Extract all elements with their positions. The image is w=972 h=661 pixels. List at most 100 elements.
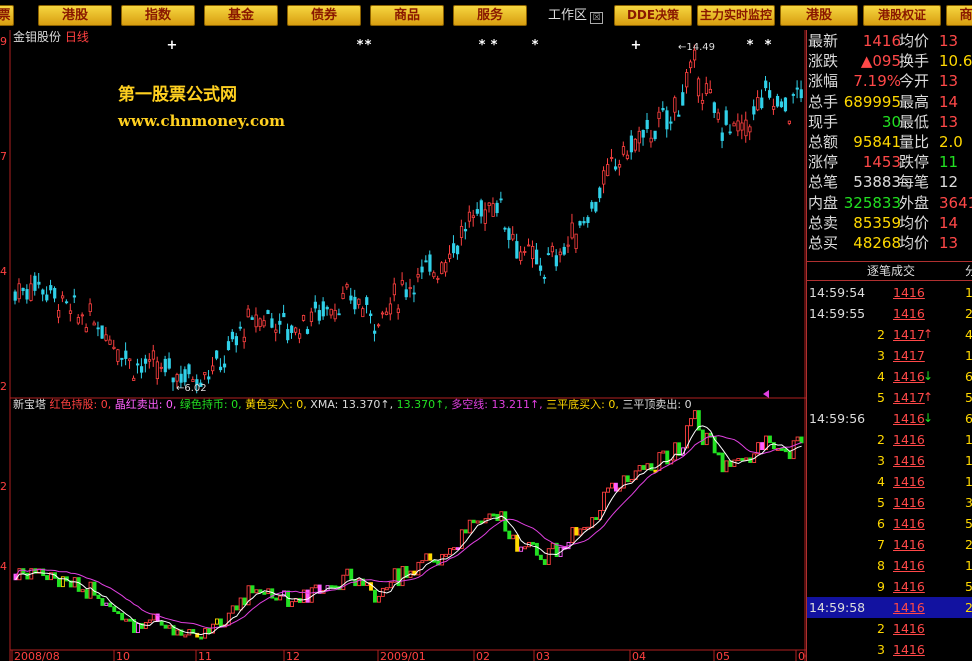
- tower-bar: [538, 554, 543, 561]
- toolbar-button-stock[interactable]: 票: [0, 5, 14, 26]
- toolbar-button-fund[interactable]: 基金: [204, 5, 278, 26]
- candle-down: [653, 130, 657, 140]
- tower-bar: [716, 452, 721, 456]
- tick-row[interactable]: 2 1416 10: [807, 429, 972, 450]
- tick-row[interactable]: 14:59:58 1416 2: [807, 597, 972, 618]
- tick-row[interactable]: 14:59:54 1416 10: [807, 282, 972, 303]
- candle-down: [764, 80, 768, 89]
- toolbar-button-service[interactable]: 服务: [453, 5, 527, 26]
- tick-row[interactable]: 4 1416↓ 6: [807, 366, 972, 387]
- tick-price: 1416: [893, 600, 925, 615]
- tick-row[interactable]: 3 1417 1: [807, 345, 972, 366]
- candle-up: [76, 317, 80, 324]
- candle-down: [325, 306, 329, 310]
- candle-up: [191, 379, 195, 382]
- tower-bar: [250, 585, 255, 594]
- tower-bar: [756, 442, 761, 455]
- price-axis-label: 4: [0, 265, 7, 278]
- star-marker-icon: *: [491, 38, 498, 53]
- tick-row[interactable]: 7 1416 2: [807, 534, 972, 555]
- candle-down: [463, 228, 468, 232]
- indicator-name[interactable]: 新宝塔: [13, 398, 46, 411]
- tower-bar: [183, 634, 188, 638]
- toolbar-button-commodity-2[interactable]: 商: [946, 5, 972, 26]
- candle-down: [222, 363, 227, 368]
- quote-label-2: 量比: [899, 133, 930, 151]
- candle-up: [333, 309, 337, 320]
- candle-down: [795, 87, 799, 90]
- tab-minute-trades[interactable]: 分: [965, 262, 972, 280]
- tower-bar: [736, 458, 741, 461]
- tower-bar: [376, 595, 381, 603]
- candle-down: [677, 114, 681, 117]
- toolbar-button-hk-stock[interactable]: 港股: [38, 5, 112, 26]
- scroll-marker-icon: [763, 390, 769, 398]
- quote-value-2: 12: [939, 173, 959, 192]
- quote-value-2: 11: [939, 153, 959, 172]
- quote-label: 总手: [808, 92, 839, 111]
- quote-label: 总笔: [808, 173, 839, 192]
- candle-down: [475, 209, 479, 214]
- tick-row[interactable]: 4 1416 12: [807, 471, 972, 492]
- tick-row[interactable]: 3 1416: [807, 639, 972, 660]
- quote-value: 325833: [843, 193, 901, 212]
- candle-up: [17, 283, 21, 300]
- workarea-close-icon[interactable]: ☒: [590, 12, 604, 24]
- tower-bar: [329, 585, 334, 589]
- candle-up: [84, 327, 88, 333]
- candle-down: [669, 121, 673, 124]
- toolbar-button-hk-stock-2[interactable]: 港股: [780, 5, 858, 26]
- chart-period[interactable]: 日线: [65, 30, 89, 44]
- tick-volume: 3: [877, 453, 885, 468]
- chart-area[interactable]: 9 7 4 2 2 4 ←14.49 ←6.02 + * * * * * + * * 2008/08 10 11 12 2…: [0, 30, 806, 661]
- toolbar-button-hk-warrant[interactable]: 港股权证: [863, 5, 941, 26]
- candle-up: [787, 120, 792, 124]
- tick-right-value: 5: [965, 387, 972, 408]
- tower-bar: [163, 624, 168, 629]
- tick-price: 1417: [893, 348, 925, 363]
- tick-right-value: 6: [965, 408, 972, 429]
- tower-bar: [230, 605, 235, 614]
- tick-row[interactable]: 5 1417↑ 5: [807, 387, 972, 408]
- candle-up: [159, 366, 163, 369]
- tick-right-value: 6: [965, 366, 972, 387]
- tick-row[interactable]: 14:59:55 1416 2: [807, 303, 972, 324]
- tick-row[interactable]: 2 1417↑ 4: [807, 324, 972, 345]
- tick-row[interactable]: 14:59:56 1416↓ 6: [807, 408, 972, 429]
- star-marker-icon: *: [357, 38, 364, 53]
- tower-bar: [740, 458, 745, 461]
- toolbar-button-main-force-monitor[interactable]: 主力实时监控: [697, 5, 775, 26]
- toolbar-button-bond[interactable]: 债券: [287, 5, 361, 26]
- tick-row[interactable]: 3 1416 1: [807, 450, 972, 471]
- quote-row: 最新 1416 均价 13: [807, 31, 972, 52]
- tick-row[interactable]: 2 1416: [807, 618, 972, 639]
- toolbar-button-index[interactable]: 指数: [121, 5, 195, 26]
- tower-bar: [602, 491, 606, 511]
- candle-down: [337, 313, 341, 316]
- candle-up: [408, 287, 412, 290]
- indicator-axis-label: 4: [0, 560, 7, 573]
- candle-down: [590, 202, 594, 209]
- toolbar-button-commodity[interactable]: 商品: [370, 5, 444, 26]
- quote-label: 涨跌: [808, 52, 839, 71]
- workarea-label[interactable]: 工作区 ☒: [548, 6, 613, 26]
- tower-bar: [92, 581, 97, 596]
- date-label: 11: [198, 650, 212, 661]
- tab-tick-trades[interactable]: 逐笔成交: [867, 262, 915, 280]
- candle-down: [25, 289, 29, 300]
- candle-up: [483, 209, 487, 224]
- tower-bar: [388, 581, 393, 589]
- candle-up: [147, 359, 152, 362]
- tick-row[interactable]: 9 1416 5: [807, 576, 972, 597]
- toolbar-button-dde[interactable]: DDE决策: [614, 5, 692, 26]
- tower-bar: [175, 629, 180, 636]
- candle-down: [282, 312, 286, 318]
- tick-row[interactable]: 5 1416 3: [807, 492, 972, 513]
- candle-down: [230, 331, 235, 340]
- tick-row[interactable]: 8 1416 1: [807, 555, 972, 576]
- tower-bar: [610, 482, 614, 489]
- candle-down: [21, 287, 25, 292]
- tick-row[interactable]: 6 1416 5: [807, 513, 972, 534]
- candle-up: [329, 308, 333, 316]
- tower-bar: [768, 435, 772, 444]
